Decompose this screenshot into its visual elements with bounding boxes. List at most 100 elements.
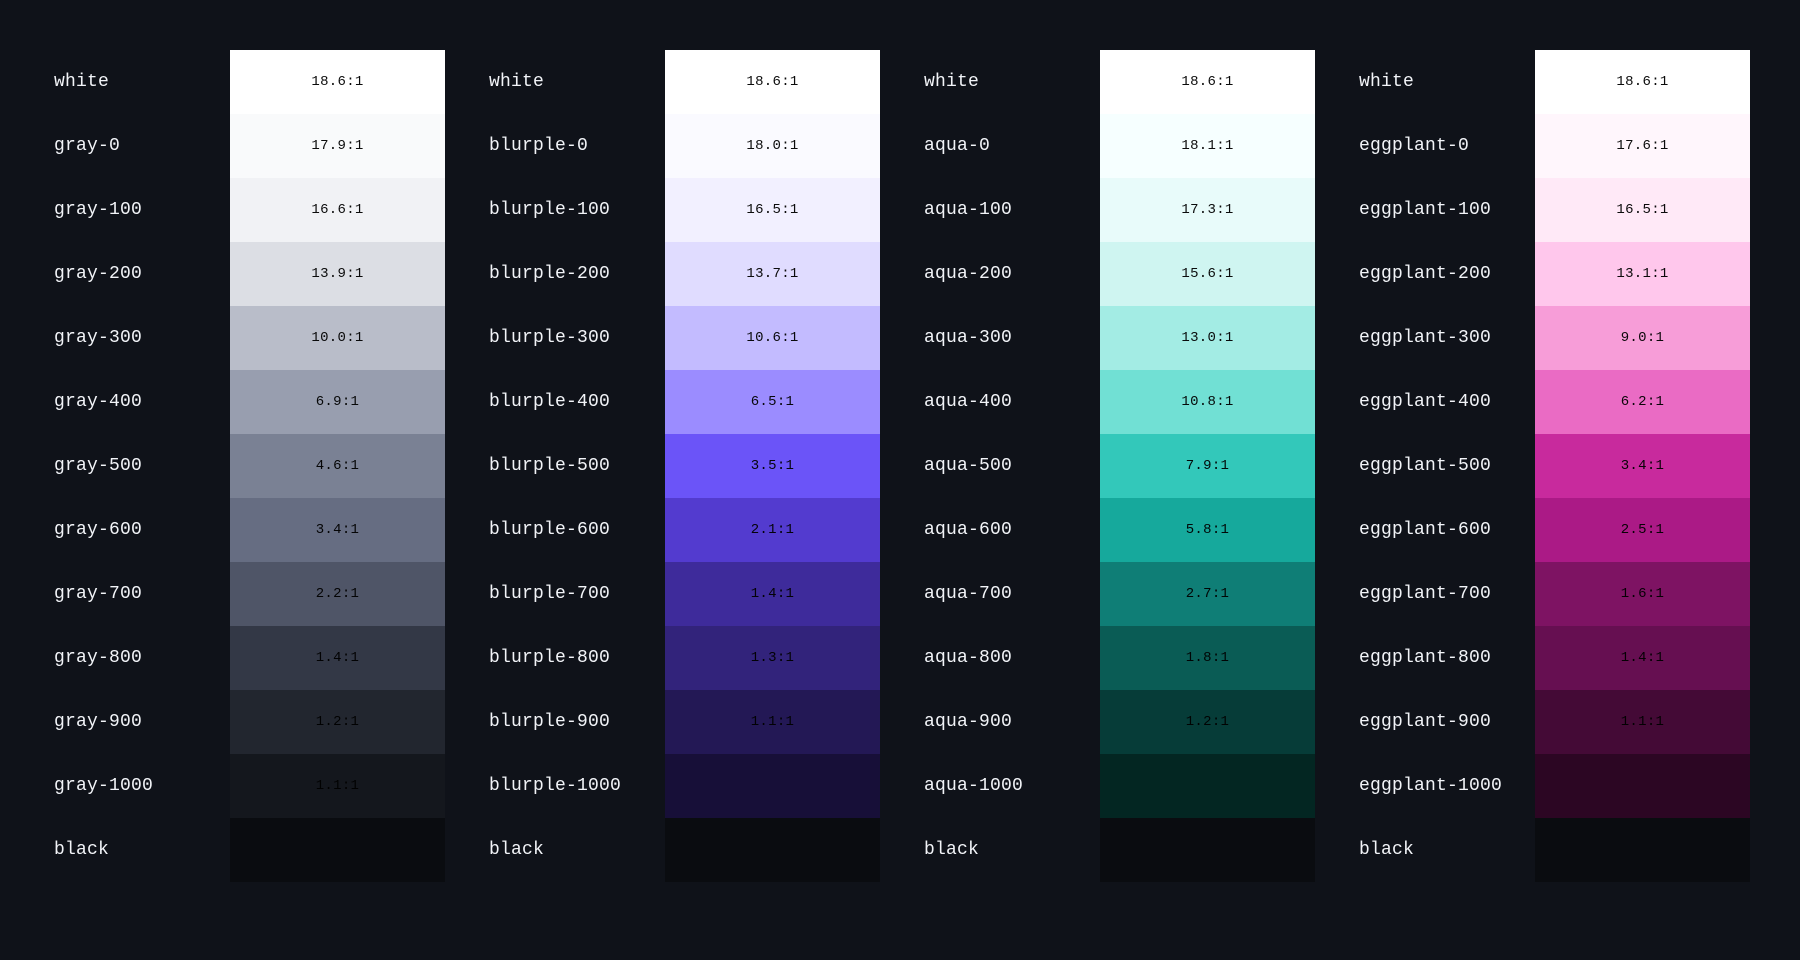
swatch-label: gray-200: [50, 242, 230, 306]
swatch-label: aqua-100: [920, 178, 1100, 242]
color-swatch: 3.5:1: [665, 434, 880, 498]
color-swatch: 1.4:1: [230, 626, 445, 690]
contrast-ratio: 2.7:1: [1186, 586, 1230, 602]
swatch-label: eggplant-700: [1355, 562, 1535, 626]
swatch-label: blurple-400: [485, 370, 665, 434]
swatch-label: blurple-1000: [485, 754, 665, 818]
contrast-ratio: 17.3:1: [1181, 202, 1233, 218]
color-swatch: 2.2:1: [230, 562, 445, 626]
contrast-ratio: 3.4:1: [1621, 458, 1665, 474]
swatch-label: aqua-1000: [920, 754, 1100, 818]
swatch-label: white: [50, 50, 230, 114]
swatch-label: aqua-700: [920, 562, 1100, 626]
swatch-label: eggplant-0: [1355, 114, 1535, 178]
contrast-ratio: 1.4:1: [1621, 650, 1665, 666]
color-swatch: 6.5:1: [665, 370, 880, 434]
color-swatch: 13.7:1: [665, 242, 880, 306]
contrast-ratio: 18.6:1: [1616, 74, 1668, 90]
contrast-ratio: 10.0:1: [311, 330, 363, 346]
color-swatch: 1.4:1: [665, 562, 880, 626]
swatch-label: blurple-500: [485, 434, 665, 498]
color-swatch: 3.4:1: [230, 498, 445, 562]
swatch-label: gray-400: [50, 370, 230, 434]
color-swatch: 15.6:1: [1100, 242, 1315, 306]
contrast-ratio: 18.0:1: [746, 138, 798, 154]
color-swatch: 3.4:1: [1535, 434, 1750, 498]
color-swatch: 4.6:1: [230, 434, 445, 498]
swatch-label: blurple-600: [485, 498, 665, 562]
contrast-ratio: 18.6:1: [746, 74, 798, 90]
palette-grid: whitegray-0gray-100gray-200gray-300gray-…: [0, 0, 1800, 960]
swatch-label: aqua-800: [920, 626, 1100, 690]
contrast-ratio: 13.9:1: [311, 266, 363, 282]
contrast-ratio: 5.8:1: [1186, 522, 1230, 538]
color-swatch: 9.0:1: [1535, 306, 1750, 370]
swatch-label: blurple-700: [485, 562, 665, 626]
palette-swatches: 18.6:117.9:116.6:113.9:110.0:16.9:14.6:1…: [230, 50, 445, 910]
contrast-ratio: 2.5:1: [1621, 522, 1665, 538]
contrast-ratio: 2.1:1: [751, 522, 795, 538]
swatch-label: black: [485, 818, 665, 882]
swatch-label: blurple-200: [485, 242, 665, 306]
color-swatch: [1100, 754, 1315, 818]
swatch-label: eggplant-1000: [1355, 754, 1535, 818]
palette-column-eggplant: whiteeggplant-0eggplant-100eggplant-200e…: [1355, 50, 1750, 910]
contrast-ratio: 18.1:1: [1181, 138, 1233, 154]
swatch-label: blurple-0: [485, 114, 665, 178]
swatch-label: gray-300: [50, 306, 230, 370]
contrast-ratio: 13.0:1: [1181, 330, 1233, 346]
color-swatch: 18.1:1: [1100, 114, 1315, 178]
contrast-ratio: 7.9:1: [1186, 458, 1230, 474]
palette-names: whiteeggplant-0eggplant-100eggplant-200e…: [1355, 50, 1535, 910]
palette-swatches: 18.6:118.1:117.3:115.6:113.0:110.8:17.9:…: [1100, 50, 1315, 910]
color-swatch: 17.6:1: [1535, 114, 1750, 178]
color-swatch: [665, 754, 880, 818]
color-swatch: [1100, 818, 1315, 882]
contrast-ratio: 9.0:1: [1621, 330, 1665, 346]
palette-names: whiteaqua-0aqua-100aqua-200aqua-300aqua-…: [920, 50, 1100, 910]
swatch-label: gray-800: [50, 626, 230, 690]
color-swatch: 18.6:1: [230, 50, 445, 114]
swatch-label: aqua-200: [920, 242, 1100, 306]
swatch-label: black: [50, 818, 230, 882]
swatch-label: eggplant-100: [1355, 178, 1535, 242]
swatch-label: gray-600: [50, 498, 230, 562]
color-swatch: 18.0:1: [665, 114, 880, 178]
color-swatch: [1535, 754, 1750, 818]
color-swatch: 2.1:1: [665, 498, 880, 562]
swatch-label: eggplant-400: [1355, 370, 1535, 434]
contrast-ratio: 10.6:1: [746, 330, 798, 346]
swatch-label: aqua-900: [920, 690, 1100, 754]
contrast-ratio: 1.1:1: [1621, 714, 1665, 730]
palette-swatches: 18.6:118.0:116.5:113.7:110.6:16.5:13.5:1…: [665, 50, 880, 910]
contrast-ratio: 1.2:1: [1186, 714, 1230, 730]
contrast-ratio: 1.6:1: [1621, 586, 1665, 602]
swatch-label: white: [485, 50, 665, 114]
color-swatch: [1535, 818, 1750, 882]
swatch-label: aqua-0: [920, 114, 1100, 178]
contrast-ratio: 6.5:1: [751, 394, 795, 410]
contrast-ratio: 15.6:1: [1181, 266, 1233, 282]
color-swatch: 10.8:1: [1100, 370, 1315, 434]
swatch-label: eggplant-200: [1355, 242, 1535, 306]
contrast-ratio: 1.8:1: [1186, 650, 1230, 666]
swatch-label: eggplant-500: [1355, 434, 1535, 498]
palette-swatches: 18.6:117.6:116.5:113.1:19.0:16.2:13.4:12…: [1535, 50, 1750, 910]
color-swatch: 1.8:1: [1100, 626, 1315, 690]
color-swatch: 2.7:1: [1100, 562, 1315, 626]
palette-column-aqua: whiteaqua-0aqua-100aqua-200aqua-300aqua-…: [920, 50, 1315, 910]
contrast-ratio: 2.2:1: [316, 586, 360, 602]
swatch-label: eggplant-600: [1355, 498, 1535, 562]
contrast-ratio: 13.1:1: [1616, 266, 1668, 282]
contrast-ratio: 16.6:1: [311, 202, 363, 218]
color-swatch: 1.2:1: [230, 690, 445, 754]
color-swatch: 1.6:1: [1535, 562, 1750, 626]
swatch-label: aqua-400: [920, 370, 1100, 434]
color-swatch: 16.6:1: [230, 178, 445, 242]
contrast-ratio: 17.6:1: [1616, 138, 1668, 154]
swatch-label: aqua-500: [920, 434, 1100, 498]
color-swatch: 1.1:1: [665, 690, 880, 754]
contrast-ratio: 1.4:1: [751, 586, 795, 602]
color-swatch: [665, 818, 880, 882]
color-swatch: 5.8:1: [1100, 498, 1315, 562]
